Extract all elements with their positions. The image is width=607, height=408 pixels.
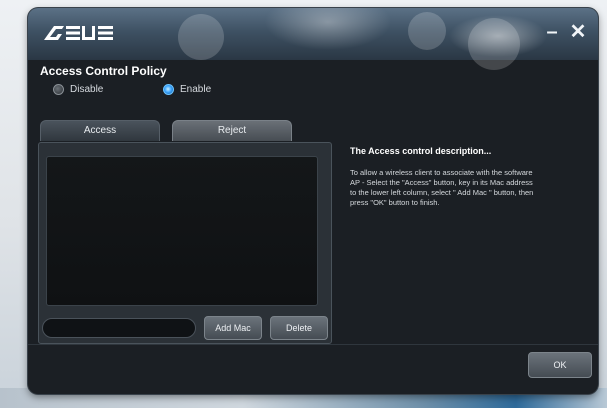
policy-title: Access Control Policy — [40, 64, 167, 78]
delete-button[interactable]: Delete — [270, 316, 328, 340]
radio-enable[interactable]: Enable — [163, 84, 211, 95]
decorative-bubble — [178, 14, 224, 60]
description-body: To allow a wireless client to associate … — [350, 168, 534, 207]
radio-label-enable: Enable — [180, 84, 212, 95]
radio-on-icon — [163, 84, 174, 95]
asus-logo — [42, 22, 116, 44]
mac-address-input[interactable] — [42, 318, 196, 338]
radio-off-icon — [53, 84, 64, 95]
ok-button[interactable]: OK — [528, 352, 592, 378]
footer-divider — [28, 344, 598, 345]
add-mac-button[interactable]: Add Mac — [204, 316, 262, 340]
radio-label-disable: Disable — [70, 84, 104, 95]
tab-reject[interactable]: Reject — [172, 120, 292, 141]
access-control-window: – ✕ Access Control Policy Disable Enable… — [28, 8, 598, 394]
tab-access[interactable]: Access — [40, 120, 160, 141]
decorative-bubble — [408, 12, 446, 50]
minimize-icon[interactable]: – — [540, 20, 564, 44]
mac-address-list[interactable] — [46, 156, 318, 306]
title-bar: – ✕ — [28, 8, 598, 70]
description-title: The Access control description... — [350, 146, 492, 156]
decorative-bubble — [468, 18, 520, 70]
close-icon[interactable]: ✕ — [566, 20, 590, 44]
radio-disable[interactable]: Disable — [53, 84, 103, 95]
